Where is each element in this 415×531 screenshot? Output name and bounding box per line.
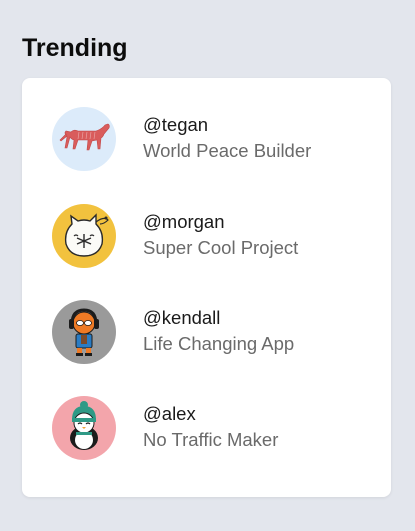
project-name: World Peace Builder <box>143 140 312 161</box>
trending-item[interactable]: @tegan World Peace Builder <box>52 107 372 171</box>
cat-icon <box>52 204 116 268</box>
user-handle[interactable]: @tegan <box>143 114 208 136</box>
avatar[interactable] <box>52 396 116 460</box>
trending-item[interactable]: @alex No Traffic Maker <box>52 396 372 460</box>
user-handle[interactable]: @alex <box>143 403 196 425</box>
trending-item[interactable]: @kendall Life Changing App <box>52 300 372 364</box>
project-name: No Traffic Maker <box>143 429 279 450</box>
user-handle[interactable]: @morgan <box>143 211 225 233</box>
avatar[interactable] <box>52 107 116 171</box>
section-title: Trending <box>22 34 128 62</box>
avatar[interactable] <box>52 204 116 268</box>
robot-headphones-icon <box>52 300 116 364</box>
trending-card: @tegan World Peace Builder @morgan Super… <box>22 78 391 497</box>
dog-icon <box>52 107 116 171</box>
project-name: Super Cool Project <box>143 237 299 258</box>
trending-item[interactable]: @morgan Super Cool Project <box>52 204 372 268</box>
user-handle[interactable]: @kendall <box>143 307 220 329</box>
penguin-icon <box>52 396 116 460</box>
avatar[interactable] <box>52 300 116 364</box>
project-name: Life Changing App <box>143 333 295 354</box>
